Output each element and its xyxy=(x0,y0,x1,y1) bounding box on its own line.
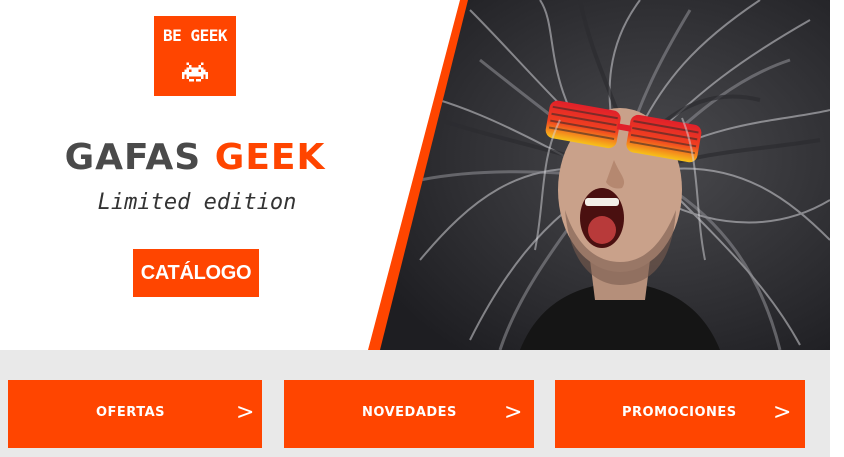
brand-logo[interactable]: BE GEEK xyxy=(154,16,236,96)
nav-button-label: PROMOCIONES xyxy=(622,405,737,420)
hero-title-part2: GEEK xyxy=(214,137,326,178)
nav-button-novedades[interactable]: NOVEDADES > xyxy=(284,380,534,448)
hero-title: GAFAS GEEK xyxy=(0,136,390,180)
chevron-right-icon: > xyxy=(236,400,255,425)
catalog-button[interactable]: CATÁLOGO xyxy=(133,249,259,297)
chevron-right-icon: > xyxy=(773,400,792,425)
hero-subtitle: Limited edition xyxy=(97,190,297,215)
space-invader-icon xyxy=(182,62,208,82)
hero-title-part1: GAFAS xyxy=(64,137,202,178)
hero-banner: BE GEEK GAFAS GEEK Limited edition CATÁL… xyxy=(0,0,830,350)
nav-button-label: NOVEDADES xyxy=(362,405,457,420)
landing-page: BE GEEK GAFAS GEEK Limited edition CATÁL… xyxy=(0,0,844,457)
nav-button-ofertas[interactable]: OFERTAS > xyxy=(8,380,262,448)
page-edge xyxy=(830,0,844,457)
logo-text: BE GEEK xyxy=(163,26,227,45)
nav-button-label: OFERTAS xyxy=(96,405,166,420)
nav-button-promociones[interactable]: PROMOCIONES > xyxy=(555,380,805,448)
chevron-right-icon: > xyxy=(504,400,523,425)
